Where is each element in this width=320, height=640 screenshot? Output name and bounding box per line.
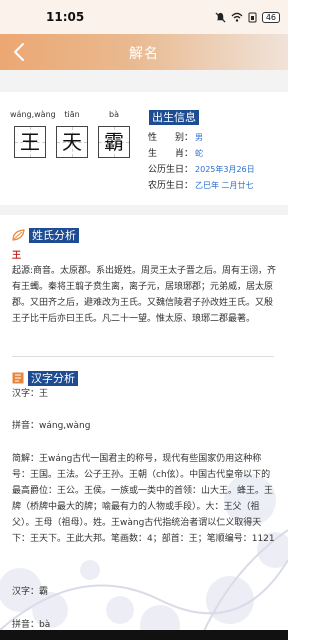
name-char-3: bà 霸	[94, 108, 134, 158]
pinyin-1: wáng,wàng	[10, 110, 56, 119]
birth-info-title: 出生信息	[149, 110, 199, 125]
header: 解名	[0, 34, 288, 70]
char-3: 霸	[104, 130, 124, 154]
surname-origin-text: 起源:商音。太原郡。系出姬姓。周灵王太子晋之后。周有王诩，齐有王蠋。秦将王翦子贲…	[12, 266, 277, 324]
surname-section-title: 姓氏分析	[29, 227, 79, 243]
analysis-content: 姓氏分析 王 起源:商音。太原郡。系出姬姓。周灵王太子晋之后。周有王诩，齐有王蠋…	[0, 215, 288, 640]
char-box-1: 王	[14, 126, 46, 158]
hanzi-section-head: 汉字分析	[12, 370, 78, 386]
info-row-zodiac: 生 肖：蛇	[148, 146, 203, 159]
battery-icon: 46	[261, 11, 280, 23]
name-card: wáng,wàng 王 tiān 天 bà 霸 出生信息 性 别：男 生 肖：蛇…	[0, 92, 288, 205]
char-2: 天	[62, 130, 82, 154]
info-label: 性 别：	[148, 133, 194, 143]
book-icon	[12, 372, 24, 384]
name-char-2: tiān 天	[52, 108, 92, 158]
info-value: 2025年3月26日	[195, 165, 255, 174]
info-label: 公历生日：	[148, 165, 194, 175]
pinyin-3: bà	[109, 110, 119, 119]
hanzi-char-2: 汉字：霸	[12, 587, 49, 597]
info-row-solar-birthday: 公历生日： 2025年3月26日	[148, 162, 255, 175]
surname-char: 王	[12, 251, 22, 261]
char-box-3: 霸	[98, 126, 130, 158]
char-box-2: 天	[56, 126, 88, 158]
hanzi-char-1: 汉字：王	[12, 389, 49, 399]
name-char-1: wáng,wàng 王	[10, 108, 56, 158]
section-divider	[12, 356, 274, 357]
sim-icon	[248, 12, 257, 22]
system-nav-bar	[0, 630, 288, 640]
char-1: 王	[20, 130, 40, 154]
hanzi-section-title: 汉字分析	[28, 370, 78, 386]
hanzi-description-1: 简解：王wáng古代一国君主的称号，现代有些国家仍用这种称号：王国。王法。公子王…	[12, 454, 275, 544]
gap-band	[0, 70, 288, 92]
page-title: 解名	[129, 46, 159, 62]
info-value: 男	[195, 133, 204, 142]
gap-band-2	[0, 205, 288, 215]
info-label: 生 肖：	[148, 149, 194, 159]
info-row-gender: 性 别：男	[148, 130, 203, 143]
mute-icon	[215, 11, 226, 23]
wifi-icon	[231, 12, 243, 22]
surname-section-head: 姓氏分析	[12, 227, 79, 243]
status-time: 11:05	[46, 10, 85, 24]
info-row-lunar-birthday: 农历生日： 乙巳年 二月廿七	[148, 178, 254, 191]
info-value: 蛇	[195, 149, 204, 158]
info-label: 农历生日：	[148, 181, 194, 191]
status-icons: 46	[215, 10, 280, 24]
info-value: 乙巳年 二月廿七	[195, 181, 254, 190]
status-bar: 11:05 46	[0, 0, 288, 34]
leaf-icon	[12, 229, 25, 241]
pinyin-2: tiān	[64, 110, 80, 119]
hanzi-pinyin-1: 拼音：wáng,wàng	[12, 421, 91, 431]
